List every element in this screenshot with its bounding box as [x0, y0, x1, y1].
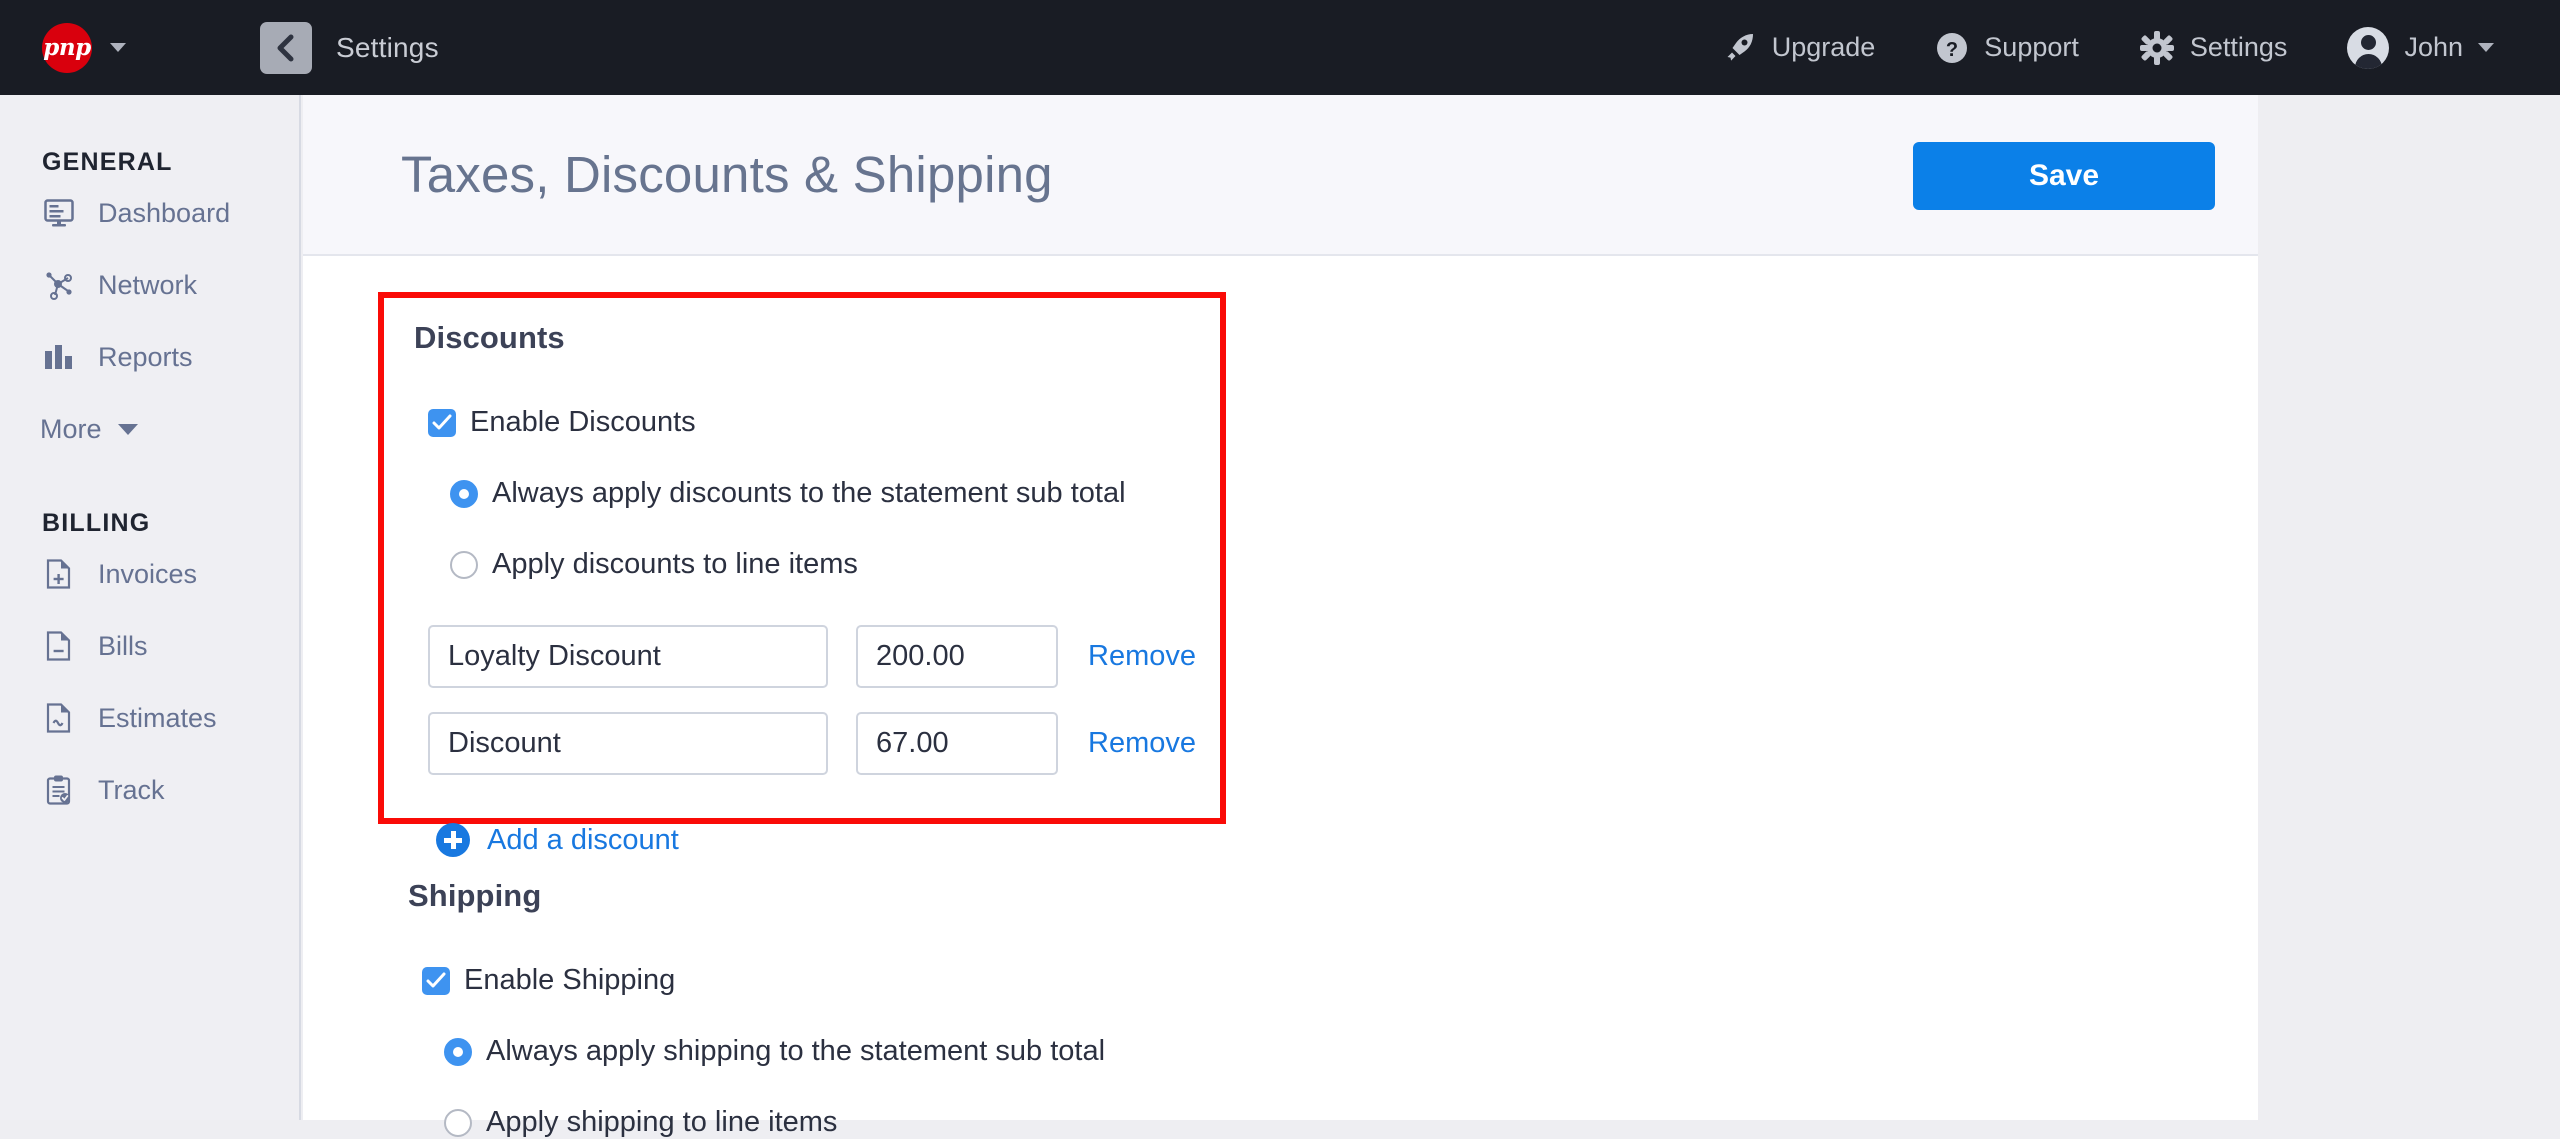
radio-selected-icon[interactable]	[444, 1038, 472, 1066]
document-plus-icon	[42, 558, 76, 590]
sidebar-section-general: GENERAL	[42, 148, 299, 177]
document-minus-icon	[42, 630, 76, 662]
svg-text:?: ?	[1946, 39, 1958, 61]
remove-discount-link[interactable]: Remove	[1088, 640, 1196, 673]
shipping-panel: Shipping Enable Shipping Always apply sh…	[378, 856, 1278, 1139]
enable-shipping-checkbox-row[interactable]: Enable Shipping	[408, 964, 1248, 997]
plus-circle-icon[interactable]	[436, 823, 470, 857]
chevron-down-icon[interactable]	[118, 424, 138, 435]
monitor-icon	[42, 197, 76, 229]
shipping-radio-subtotal-label: Always apply shipping to the statement s…	[486, 1035, 1105, 1068]
top-nav-actions: Upgrade ? Support	[1693, 0, 2524, 95]
radio-selected-icon[interactable]	[450, 480, 478, 508]
gear-icon	[2139, 30, 2175, 66]
clipboard-check-icon	[42, 774, 76, 806]
shipping-radio-subtotal[interactable]: Always apply shipping to the statement s…	[408, 1035, 1248, 1068]
nav-support[interactable]: ? Support	[1905, 0, 2109, 95]
sidebar-item-network[interactable]: Network	[0, 249, 299, 321]
brand-menu[interactable]: pnp	[42, 23, 252, 73]
shipping-radio-lineitems-label: Apply shipping to line items	[486, 1106, 837, 1139]
network-nodes-icon	[42, 269, 76, 301]
add-discount-button[interactable]: Add a discount	[414, 823, 1190, 857]
checkbox-icon[interactable]	[428, 409, 456, 437]
sidebar-item-label: Track	[98, 775, 165, 806]
discounts-radio-subtotal-label: Always apply discounts to the statement …	[492, 477, 1126, 510]
sidebar-more-toggle[interactable]: More	[0, 399, 299, 459]
document-tilde-icon	[42, 702, 76, 734]
enable-discounts-checkbox-row[interactable]: Enable Discounts	[414, 406, 1190, 439]
sidebar-item-label: Bills	[98, 631, 148, 662]
breadcrumb[interactable]: Settings	[336, 32, 439, 64]
sidebar-item-track[interactable]: Track	[0, 754, 299, 826]
save-button[interactable]: Save	[1913, 142, 2215, 210]
checkbox-icon[interactable]	[422, 967, 450, 995]
discounts-radio-lineitems-label: Apply discounts to line items	[492, 548, 858, 581]
shipping-heading: Shipping	[408, 878, 1248, 914]
discount-row: Remove	[414, 712, 1190, 775]
bar-chart-icon	[42, 341, 76, 373]
sidebar-section-billing: BILLING	[42, 509, 299, 538]
add-discount-label: Add a discount	[487, 824, 679, 857]
sidebar-more-label: More	[40, 414, 102, 445]
sidebar: GENERAL Dashboard	[0, 95, 301, 1120]
brand-logo-icon[interactable]: pnp	[42, 23, 92, 73]
chevron-down-icon[interactable]	[2478, 43, 2494, 52]
nav-settings[interactable]: Settings	[2109, 0, 2318, 95]
nav-settings-label: Settings	[2190, 32, 2288, 63]
discounts-radio-lineitems[interactable]: Apply discounts to line items	[414, 548, 1190, 581]
rocket-icon	[1723, 31, 1757, 65]
page-title: Taxes, Discounts & Shipping	[401, 145, 1053, 204]
sidebar-item-label: Reports	[98, 342, 193, 373]
discounts-panel: Discounts Enable Discounts Always apply …	[378, 292, 1226, 824]
sidebar-item-dashboard[interactable]: Dashboard	[0, 177, 299, 249]
nav-upgrade-label: Upgrade	[1772, 32, 1876, 63]
enable-discounts-label: Enable Discounts	[470, 406, 696, 439]
nav-user-menu[interactable]: John	[2317, 0, 2524, 95]
discount-name-input[interactable]	[428, 712, 828, 775]
discounts-heading: Discounts	[414, 320, 1190, 356]
discount-amount-input[interactable]	[856, 712, 1058, 775]
chevron-down-icon[interactable]	[110, 43, 126, 52]
discounts-radio-subtotal[interactable]: Always apply discounts to the statement …	[414, 477, 1190, 510]
nav-upgrade[interactable]: Upgrade	[1693, 0, 1906, 95]
radio-unselected-icon[interactable]	[450, 551, 478, 579]
main-content: Taxes, Discounts & Shipping Save Discoun…	[303, 95, 2258, 1120]
nav-user-label: John	[2404, 32, 2463, 63]
sidebar-item-bills[interactable]: Bills	[0, 610, 299, 682]
avatar-icon	[2347, 27, 2389, 69]
page-header: Taxes, Discounts & Shipping Save	[303, 95, 2258, 256]
remove-discount-link[interactable]: Remove	[1088, 727, 1196, 760]
sidebar-item-reports[interactable]: Reports	[0, 321, 299, 393]
sidebar-item-label: Dashboard	[98, 198, 230, 229]
sidebar-item-label: Invoices	[98, 559, 197, 590]
nav-support-label: Support	[1984, 32, 2079, 63]
sidebar-item-label: Network	[98, 270, 197, 301]
sidebar-item-invoices[interactable]: Invoices	[0, 538, 299, 610]
question-circle-icon: ?	[1935, 31, 1969, 65]
discount-name-input[interactable]	[428, 625, 828, 688]
back-button[interactable]	[260, 22, 312, 74]
top-navigation-bar: pnp Settings Upgrade ?	[0, 0, 2560, 95]
sidebar-item-estimates[interactable]: Estimates	[0, 682, 299, 754]
discount-amount-input[interactable]	[856, 625, 1058, 688]
radio-unselected-icon[interactable]	[444, 1109, 472, 1137]
chevron-left-icon	[275, 33, 297, 63]
sidebar-item-label: Estimates	[98, 703, 217, 734]
enable-shipping-label: Enable Shipping	[464, 964, 675, 997]
shipping-radio-lineitems[interactable]: Apply shipping to line items	[408, 1106, 1248, 1139]
discount-row: Remove	[414, 625, 1190, 688]
